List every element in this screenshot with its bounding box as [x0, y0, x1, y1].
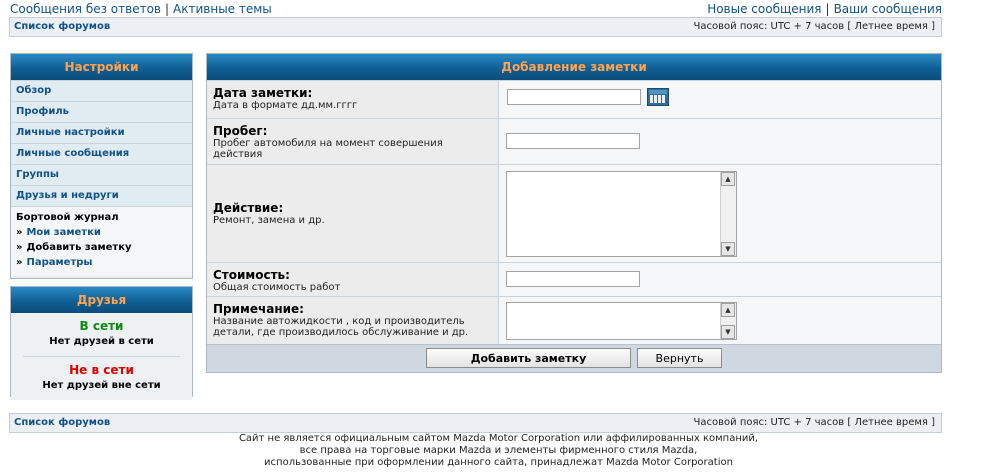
forum-index-link[interactable]: Список форумов [14, 417, 110, 428]
menu-item-preferences[interactable]: Личные настройки [11, 122, 192, 143]
menu-item-private-messages[interactable]: Личные сообщения [11, 143, 192, 164]
scrollbar[interactable]: ▲ ▼ [720, 303, 736, 339]
scroll-up-icon[interactable]: ▲ [721, 303, 735, 317]
top-links-right: Новые сообщения | Ваши сообщения [707, 2, 942, 16]
field-description: Ремонт, замена и др. [213, 215, 325, 226]
journal-item-label: Добавить заметку [26, 242, 132, 253]
field-label: Действие: [213, 201, 284, 215]
friends-panel-title: Друзья [11, 287, 192, 313]
field-label: Пробег: [213, 124, 268, 138]
journal-menu: Бортовой журнал » Мои заметки » Добавить з… [11, 206, 192, 276]
offline-note: Нет друзей вне сети [42, 380, 161, 391]
top-links: Сообщения без ответов | Активные темы Новы… [10, 2, 942, 16]
reset-button[interactable]: Вернуть [637, 348, 722, 368]
form-row-date: Дата заметки: Дата в формате дд.мм.гггг [207, 80, 941, 118]
scroll-down-icon[interactable]: ▼ [721, 242, 735, 256]
scroll-down-icon[interactable]: ▼ [721, 325, 735, 339]
friends-panel-body: В сети Нет друзей в сети Не в сети Нет д… [11, 313, 192, 400]
date-input[interactable] [507, 89, 641, 105]
arrow-icon: » [16, 257, 23, 268]
footer-line: Сайт не является официальным сайтом Mazd… [238, 433, 759, 444]
journal-item-label: Мои заметки [26, 227, 101, 238]
form-row-mileage: Пробег: Пробег автомобиля на момент сове… [207, 118, 941, 164]
timezone-text: Часовой пояс: UTC + 7 часов [ Летнее вре… [693, 417, 935, 428]
online-label: В сети [79, 319, 124, 333]
settings-panel-title: Настройки [11, 54, 192, 80]
arrow-icon: » [16, 242, 23, 253]
form-buttons: Добавить заметку Вернуть [207, 344, 941, 372]
add-note-button[interactable]: Добавить заметку [426, 348, 631, 368]
timezone-text: Часовой пояс: UTC + 7 часов [ Летнее вре… [693, 21, 935, 32]
journal-menu-title: Бортовой журнал [16, 212, 119, 223]
calendar-icon[interactable] [647, 88, 669, 106]
footer-disclaimer: Сайт не является официальным сайтом Mazd… [0, 433, 997, 469]
navbar-top: Список форумов Часовой пояс: UTC + 7 час… [9, 17, 942, 37]
menu-item-groups[interactable]: Группы [11, 164, 192, 185]
form-title: Добавление заметки [207, 54, 941, 80]
field-label-group: Действие: Ремонт, замена и др. [213, 201, 325, 226]
field-description: Общая стоимость работ [213, 282, 341, 293]
top-links-separator: | [165, 2, 170, 16]
scrollbar[interactable]: ▲ ▼ [720, 172, 736, 256]
field-description: Пробег автомобиля на момент совершения д… [213, 138, 443, 160]
scroll-up-icon[interactable]: ▲ [721, 172, 735, 186]
form-row-label: Пробег: Пробег автомобиля на момент сове… [207, 119, 499, 164]
field-description: Дата в формате дд.мм.гггг [213, 100, 358, 111]
form-row-label: Действие: Ремонт, замена и др. [207, 165, 499, 262]
form-row-field [499, 119, 941, 164]
top-links-separator: | [825, 2, 830, 16]
form-row-action: Действие: Ремонт, замена и др. ▲ ▼ [207, 164, 941, 262]
action-textarea[interactable]: ▲ ▼ [506, 171, 737, 257]
menu-item-profile[interactable]: Профиль [11, 101, 192, 122]
footer-line: все права на торговые марки Mazda и элем… [299, 445, 698, 456]
your-posts-link[interactable]: Ваши сообщения [834, 2, 942, 16]
journal-item-add-note[interactable]: » Добавить заметку [16, 242, 187, 253]
form-row-label: Примечание: Название автожидкости , код … [207, 297, 499, 344]
journal-item-label: Параметры [26, 257, 93, 268]
form-row-field [499, 263, 941, 296]
form-row-label: Стоимость: Общая стоимость работ [207, 263, 499, 296]
forum-index-link[interactable]: Список форумов [14, 21, 110, 32]
footer-line: использованные при оформлении данного са… [264, 457, 733, 468]
field-label: Стоимость: [213, 268, 290, 282]
note-textarea[interactable]: ▲ ▼ [506, 302, 737, 340]
top-links-left: Сообщения без ответов | Активные темы [10, 2, 272, 16]
form-row-label: Дата заметки: Дата в формате дд.мм.гггг [207, 81, 499, 118]
offline-label: Не в сети [69, 363, 134, 377]
form-row-field: ▲ ▼ [499, 165, 941, 262]
online-note: Нет друзей в сети [49, 336, 154, 347]
friends-panel: Друзья В сети Нет друзей в сети Не в сет… [10, 286, 193, 400]
new-posts-link[interactable]: Новые сообщения [707, 2, 821, 16]
field-label: Дата заметки: [213, 86, 313, 100]
form-row-field: ▲ ▼ [499, 297, 941, 344]
add-note-form: Добавление заметки Дата заметки: Дата в … [206, 53, 942, 373]
menu-item-friends-foes[interactable]: Друзья и недруги [11, 185, 192, 206]
field-label: Примечание: [213, 302, 304, 316]
journal-item-my-notes[interactable]: » Мои заметки [16, 227, 187, 238]
mileage-input[interactable] [506, 133, 640, 149]
navbar-bottom: Список форумов Часовой пояс: UTC + 7 час… [9, 413, 942, 433]
field-description: Название автожидкости , код и производит… [213, 316, 469, 338]
arrow-icon: » [16, 227, 23, 238]
form-row-note: Примечание: Название автожидкости , код … [207, 296, 941, 344]
form-row-cost: Стоимость: Общая стоимость работ [207, 262, 941, 296]
menu-item-overview[interactable]: Обзор [11, 80, 192, 101]
journal-item-settings[interactable]: » Параметры [16, 257, 187, 268]
cost-input[interactable] [506, 271, 640, 287]
settings-panel: Настройки Обзор Профиль Личные настройки… [10, 53, 193, 279]
active-topics-link[interactable]: Активные темы [173, 2, 272, 16]
form-row-field [499, 81, 941, 118]
unanswered-posts-link[interactable]: Сообщения без ответов [10, 2, 161, 16]
